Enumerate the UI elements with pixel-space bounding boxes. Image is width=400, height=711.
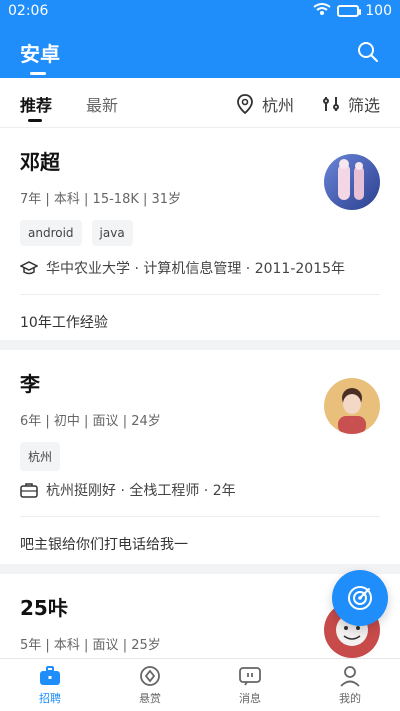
radar-fab-button[interactable] — [332, 570, 388, 626]
message-icon — [239, 666, 261, 685]
candidate-card[interactable]: 邓超 7年 | 本科 | 15-18K | 31岁 android java 华… — [0, 128, 400, 340]
tab-latest[interactable]: 最新 — [86, 92, 118, 116]
candidate-name: 25咔 — [20, 596, 68, 620]
tag-list: 杭州 — [20, 442, 61, 471]
candidate-name: 李 — [20, 372, 40, 396]
candidate-meta: 7年 | 本科 | 15-18K | 31岁 — [20, 192, 182, 207]
candidate-description: 吧主银给你们打电话给我一 — [20, 537, 188, 553]
filter-bar: 推荐 最新 杭州 筛选 — [0, 78, 400, 128]
search-button[interactable] — [356, 40, 380, 64]
app-root: 02:06 100 安卓 推荐 最新 杭州 筛选 邓超 7年 | 本科 | 15… — [0, 0, 400, 711]
city-selector[interactable]: 杭州 — [236, 92, 294, 116]
page-title: 安卓 — [20, 42, 60, 66]
candidate-card[interactable]: 李 6年 | 初中 | 面议 | 24岁 杭州 杭州挺刚好 · 全栈工程师 · … — [0, 350, 400, 564]
status-right: 100 — [313, 2, 392, 20]
profile-icon — [340, 665, 360, 687]
tab-recommend[interactable]: 推荐 — [20, 92, 52, 116]
city-label: 杭州 — [262, 96, 295, 115]
filter-label: 筛选 — [348, 96, 381, 115]
filter-button[interactable]: 筛选 — [322, 92, 380, 116]
app-header: 02:06 100 安卓 — [0, 0, 400, 78]
status-bar: 02:06 100 — [0, 0, 400, 22]
nav-profile[interactable]: 我的 — [300, 659, 400, 711]
battery-icon — [337, 5, 362, 17]
title-underline — [30, 72, 46, 75]
tag-list: android java — [20, 220, 133, 246]
education-text: 华中农业大学 · 计算机信息管理 · 2011-2015年 — [46, 261, 346, 277]
candidate-description: 10年工作经验 — [20, 315, 108, 331]
avatar — [324, 378, 380, 434]
search-icon — [358, 42, 378, 62]
nav-label: 我的 — [339, 691, 361, 705]
graduation-cap-icon — [20, 261, 38, 275]
experience-text: 杭州挺刚好 · 全栈工程师 · 2年 — [46, 483, 236, 499]
wifi-icon — [313, 2, 331, 20]
nav-bounty[interactable]: 悬赏 — [100, 659, 200, 711]
briefcase-icon — [40, 665, 60, 685]
divider — [20, 516, 380, 517]
divider — [20, 294, 380, 295]
nav-recruit[interactable]: 招聘 — [0, 659, 100, 711]
location-pin-icon — [237, 94, 253, 114]
location-tag: 杭州 — [20, 442, 61, 471]
experience-row: 杭州挺刚好 · 全栈工程师 · 2年 — [20, 480, 236, 500]
nav-messages[interactable]: 消息 — [200, 659, 300, 711]
bottom-nav: 招聘 悬赏 消息 我的 — [0, 658, 400, 711]
candidate-name: 邓超 — [20, 150, 60, 174]
avatar — [324, 154, 380, 210]
filter-icon — [323, 97, 339, 111]
candidate-meta: 6年 | 初中 | 面议 | 24岁 — [20, 414, 161, 429]
bounty-icon — [140, 665, 160, 686]
skill-tag: java — [91, 220, 133, 246]
status-time: 02:06 — [8, 3, 49, 19]
tab-active-indicator — [28, 119, 42, 122]
battery-level: 100 — [365, 3, 392, 19]
education-row: 华中农业大学 · 计算机信息管理 · 2011-2015年 — [20, 258, 345, 278]
nav-label: 招聘 — [39, 691, 61, 705]
briefcase-icon — [20, 483, 38, 498]
nav-label: 消息 — [239, 691, 261, 705]
skill-tag: android — [20, 220, 82, 246]
candidate-meta: 5年 | 本科 | 面议 | 25岁 — [20, 638, 161, 653]
nav-label: 悬赏 — [139, 691, 161, 705]
radar-icon — [348, 586, 372, 610]
